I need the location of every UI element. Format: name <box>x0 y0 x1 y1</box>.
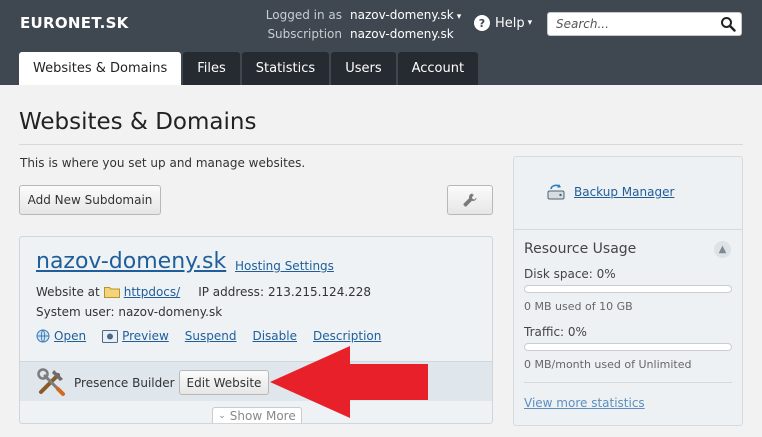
domain-actions: Open Preview Suspend Disable Description <box>36 329 397 343</box>
help-menu[interactable]: ? Help ▾ <box>474 15 532 31</box>
disk-space-label: Disk space: 0% <box>524 267 616 281</box>
tab-account[interactable]: Account <box>397 52 479 85</box>
disable-label: Disable <box>252 329 297 343</box>
folder-icon <box>103 287 120 298</box>
description-link[interactable]: Description <box>313 329 381 343</box>
open-link[interactable]: Open <box>36 329 86 343</box>
description-label: Description <box>313 329 382 343</box>
tab-files[interactable]: Files <box>183 52 240 85</box>
sidebar-panel: Backup Manager Resource Usage ▲ Disk spa… <box>513 156 743 426</box>
traffic-label: Traffic: 0% <box>524 325 587 339</box>
presence-builder-label: Presence Builder <box>74 376 175 390</box>
traffic-usage-bar <box>524 343 732 351</box>
suspend-link[interactable]: Suspend <box>185 329 237 343</box>
open-label: Open <box>54 329 87 343</box>
backup-manager-label: Backup Manager <box>574 185 675 199</box>
domain-name-link[interactable]: nazov-domeny.sk <box>36 249 226 274</box>
disable-link[interactable]: Disable <box>252 329 297 343</box>
brand-logo: EURONET.SK <box>20 14 129 32</box>
logged-in-user-menu[interactable]: nazov-domeny.sk ▾ <box>350 7 461 26</box>
main-tabs: Websites & Domains Files Statistics User… <box>19 52 480 85</box>
search-input[interactable] <box>548 13 713 35</box>
collapse-button[interactable]: ▲ <box>714 241 731 258</box>
subscription-label: Subscription <box>267 27 342 41</box>
tools-button[interactable] <box>447 185 493 215</box>
docroot-link[interactable]: httpdocs/ <box>124 285 180 299</box>
website-info: Website at httpdocs/ IP address: 213.215… <box>36 285 371 299</box>
resource-usage-title: Resource Usage <box>524 241 637 257</box>
top-header: EURONET.SK Logged in as nazov-domeny.sk ▾… <box>0 0 762 85</box>
system-user-label: System user: <box>36 305 115 319</box>
intro-text: This is where you set up and manage webs… <box>20 156 306 170</box>
tab-statistics[interactable]: Statistics <box>241 52 330 85</box>
tools-crossed-icon <box>37 368 65 396</box>
preview-icon <box>102 329 119 343</box>
view-more-statistics-link[interactable]: View more statistics <box>524 396 645 410</box>
logged-in-value: nazov-domeny.sk <box>350 8 454 22</box>
divider <box>514 229 742 230</box>
wrench-icon <box>463 193 477 207</box>
disk-usage-bar <box>524 285 732 293</box>
subscription-value: nazov-domeny.sk <box>350 27 454 41</box>
backup-icon <box>547 184 565 200</box>
disk-usage-note: 0 MB used of 10 GB <box>524 300 633 313</box>
system-user-value: nazov-domeny.sk <box>118 305 223 319</box>
tab-websites-domains[interactable]: Websites & Domains <box>19 52 182 85</box>
divider <box>524 382 732 383</box>
preview-link[interactable]: Preview <box>102 329 169 343</box>
ip-value: 213.215.124.228 <box>267 285 372 299</box>
globe-icon <box>36 329 50 343</box>
traffic-usage-note: 0 MB/month used of Unlimited <box>524 358 692 371</box>
divider <box>19 144 743 145</box>
help-label: Help <box>495 15 525 31</box>
page-title: Websites & Domains <box>19 109 257 135</box>
hosting-settings-link[interactable]: Hosting Settings <box>235 259 334 273</box>
edit-website-button[interactable]: Edit Website <box>179 370 269 395</box>
tab-users[interactable]: Users <box>331 52 396 85</box>
chevron-up-icon: ▲ <box>718 244 727 255</box>
ip-label: IP address: <box>198 285 264 299</box>
account-info: Logged in as nazov-domeny.sk ▾ Subscripti… <box>258 7 462 43</box>
logged-in-label: Logged in as <box>265 8 342 22</box>
chevron-down-icon: ▾ <box>527 18 533 28</box>
add-subdomain-button[interactable]: Add New Subdomain <box>19 185 161 215</box>
search-icon[interactable] <box>720 16 736 32</box>
website-at-label: Website at <box>36 285 100 299</box>
chevron-down-icon: ▾ <box>456 12 462 22</box>
system-user-info: System user: nazov-domeny.sk <box>36 305 222 319</box>
preview-label: Preview <box>122 329 169 343</box>
backup-manager-link[interactable]: Backup Manager <box>546 182 674 202</box>
suspend-label: Suspend <box>184 329 237 343</box>
search-box <box>547 12 742 36</box>
chevron-down-icon: ⌄ <box>218 410 226 421</box>
red-arrow-annotation <box>270 346 428 418</box>
help-icon: ? <box>474 15 490 31</box>
